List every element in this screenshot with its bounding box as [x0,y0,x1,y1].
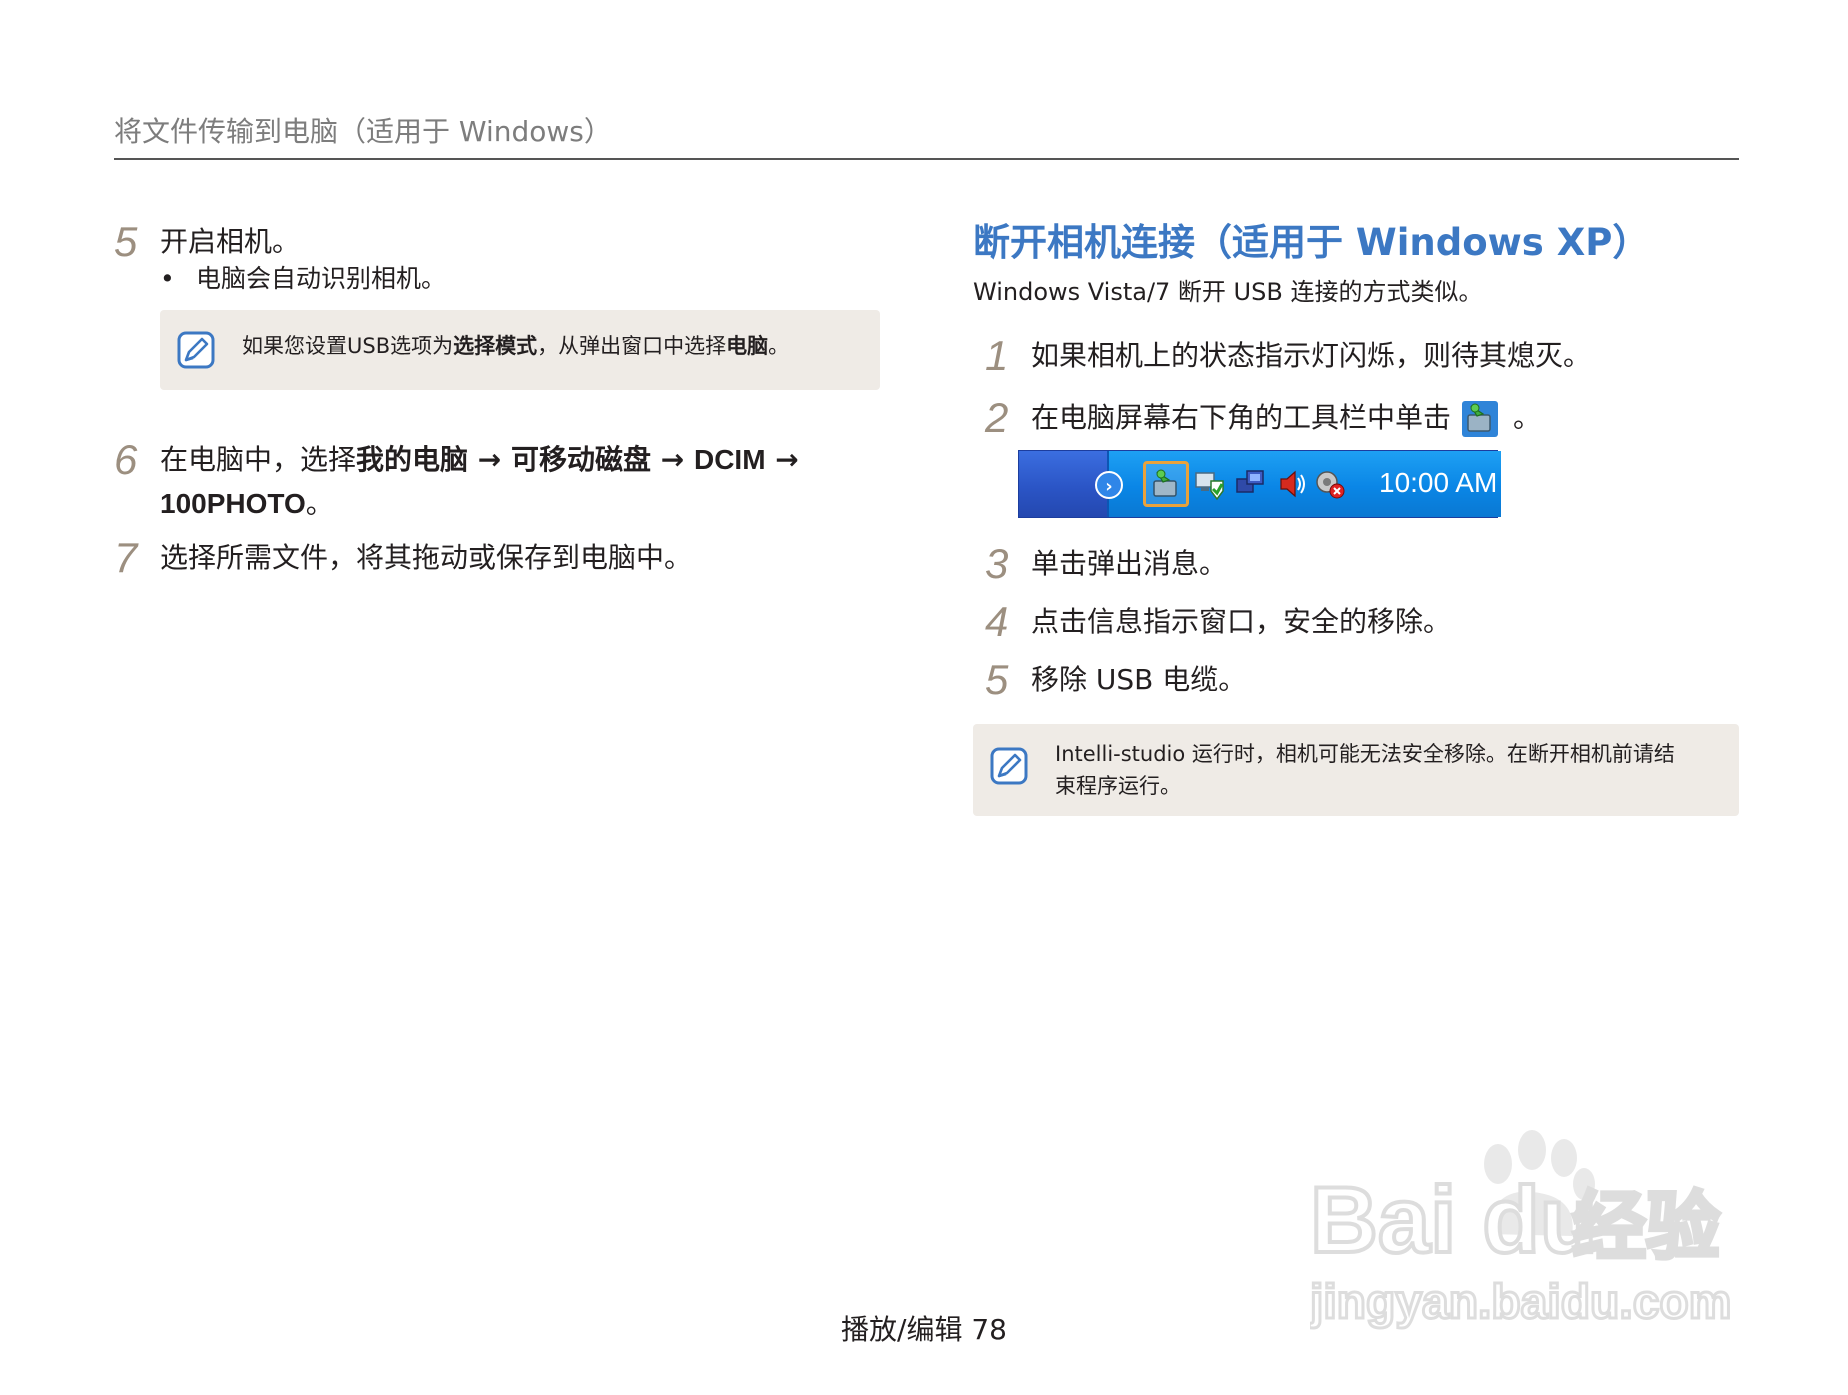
step-2-right: 2 在电脑屏幕右下角的工具栏中单击 。 [985,396,1541,440]
taskbar-clock: 10:00 AM [1379,467,1498,498]
step-4-right: 4 点击信息指示窗口，安全的移除。 [985,600,1451,644]
safely-remove-hardware-icon [1462,401,1499,437]
step-text: 点击信息指示窗口，安全的移除。 [1031,605,1452,638]
step-number: 7 [114,534,138,581]
note-box-2: Intelli-studio 运行时，相机可能无法安全移除。在断开相机前请结 束程… [973,724,1739,816]
section-subtitle: Windows Vista/7 断开 USB 连接的方式类似。 [973,278,1483,306]
step-number: 2 [985,394,1009,441]
note-pencil-icon [177,331,215,369]
step-number: 5 [985,656,1009,703]
page-title: 将文件传输到电脑（适用于 Windows） [114,115,612,148]
watermark-url: jingyan.baidu.com [1310,1276,1731,1329]
step-text: 开启相机。 [160,225,301,258]
step-text: 在电脑屏幕右下角的工具栏中单击 。 [1031,396,1541,440]
network-shield-icon[interactable] [1193,467,1227,501]
step-1-right: 1 如果相机上的状态指示灯闪烁，则待其熄灭。 [985,334,1591,378]
step-text: 如果相机上的状态指示灯闪烁，则待其熄灭。 [1031,339,1592,372]
step-text: 在电脑中，选择我的电脑 → 可移动磁盘 → DCIM → 100PHOTO。 [160,443,799,520]
watermark-brand: Bai du [1310,1167,1597,1272]
step-5-right: 5 移除 USB 电缆。 [985,658,1246,702]
step-text: 移除 USB 电缆。 [1031,663,1247,696]
security-alert-icon[interactable] [1313,467,1347,501]
expand-tray-button[interactable]: › [1095,471,1123,499]
note-text: Intelli-studio 运行时，相机可能无法安全移除。在断开相机前请结 束程… [1055,742,1675,798]
baidu-watermark-logo: Bai du 经验 jingyan.baidu.com [1310,1130,1733,1331]
step-5-left: 5 开启相机。 [114,220,300,264]
step-6-left: 6 在电脑中，选择我的电脑 → 可移动磁盘 → DCIM → 100PHOTO。 [114,438,880,526]
step-number: 3 [985,540,1009,587]
step-3-right: 3 单击弹出消息。 [985,542,1227,586]
step-7-left: 7 选择所需文件，将其拖动或保存到电脑中。 [114,536,692,580]
volume-icon[interactable] [1275,467,1309,501]
step-number: 6 [114,436,138,483]
watermark-cn: 经验 [1572,1184,1720,1270]
page-header: 将文件传输到电脑（适用于 Windows） [114,112,1739,160]
step-text: 单击弹出消息。 [1031,547,1228,580]
system-tray: › 10:00 AM [1095,451,1501,517]
note-box-1: 如果您设置USB选项为选择模式，从弹出窗口中选择电脑。 [160,310,880,390]
bullet-text: 电脑会自动识别相机。 [196,264,447,293]
section-title: 断开相机连接（适用于 Windows XP） [973,221,1650,264]
note-text: 如果您设置USB选项为选择模式，从弹出窗口中选择电脑。 [242,334,790,358]
bullet-item: • 电脑会自动识别相机。 [160,262,446,296]
network-icon[interactable] [1233,467,1267,501]
bullet-dot: • [160,264,175,293]
note-pencil-icon [990,747,1028,785]
windows-taskbar: › 10:00 AM [1018,450,1501,518]
step-text: 选择所需文件，将其拖动或保存到电脑中。 [160,541,693,574]
safely-remove-hardware-icon[interactable] [1149,467,1183,501]
step-number: 1 [985,332,1009,379]
step-number: 5 [114,218,138,265]
step-number: 4 [985,598,1009,645]
